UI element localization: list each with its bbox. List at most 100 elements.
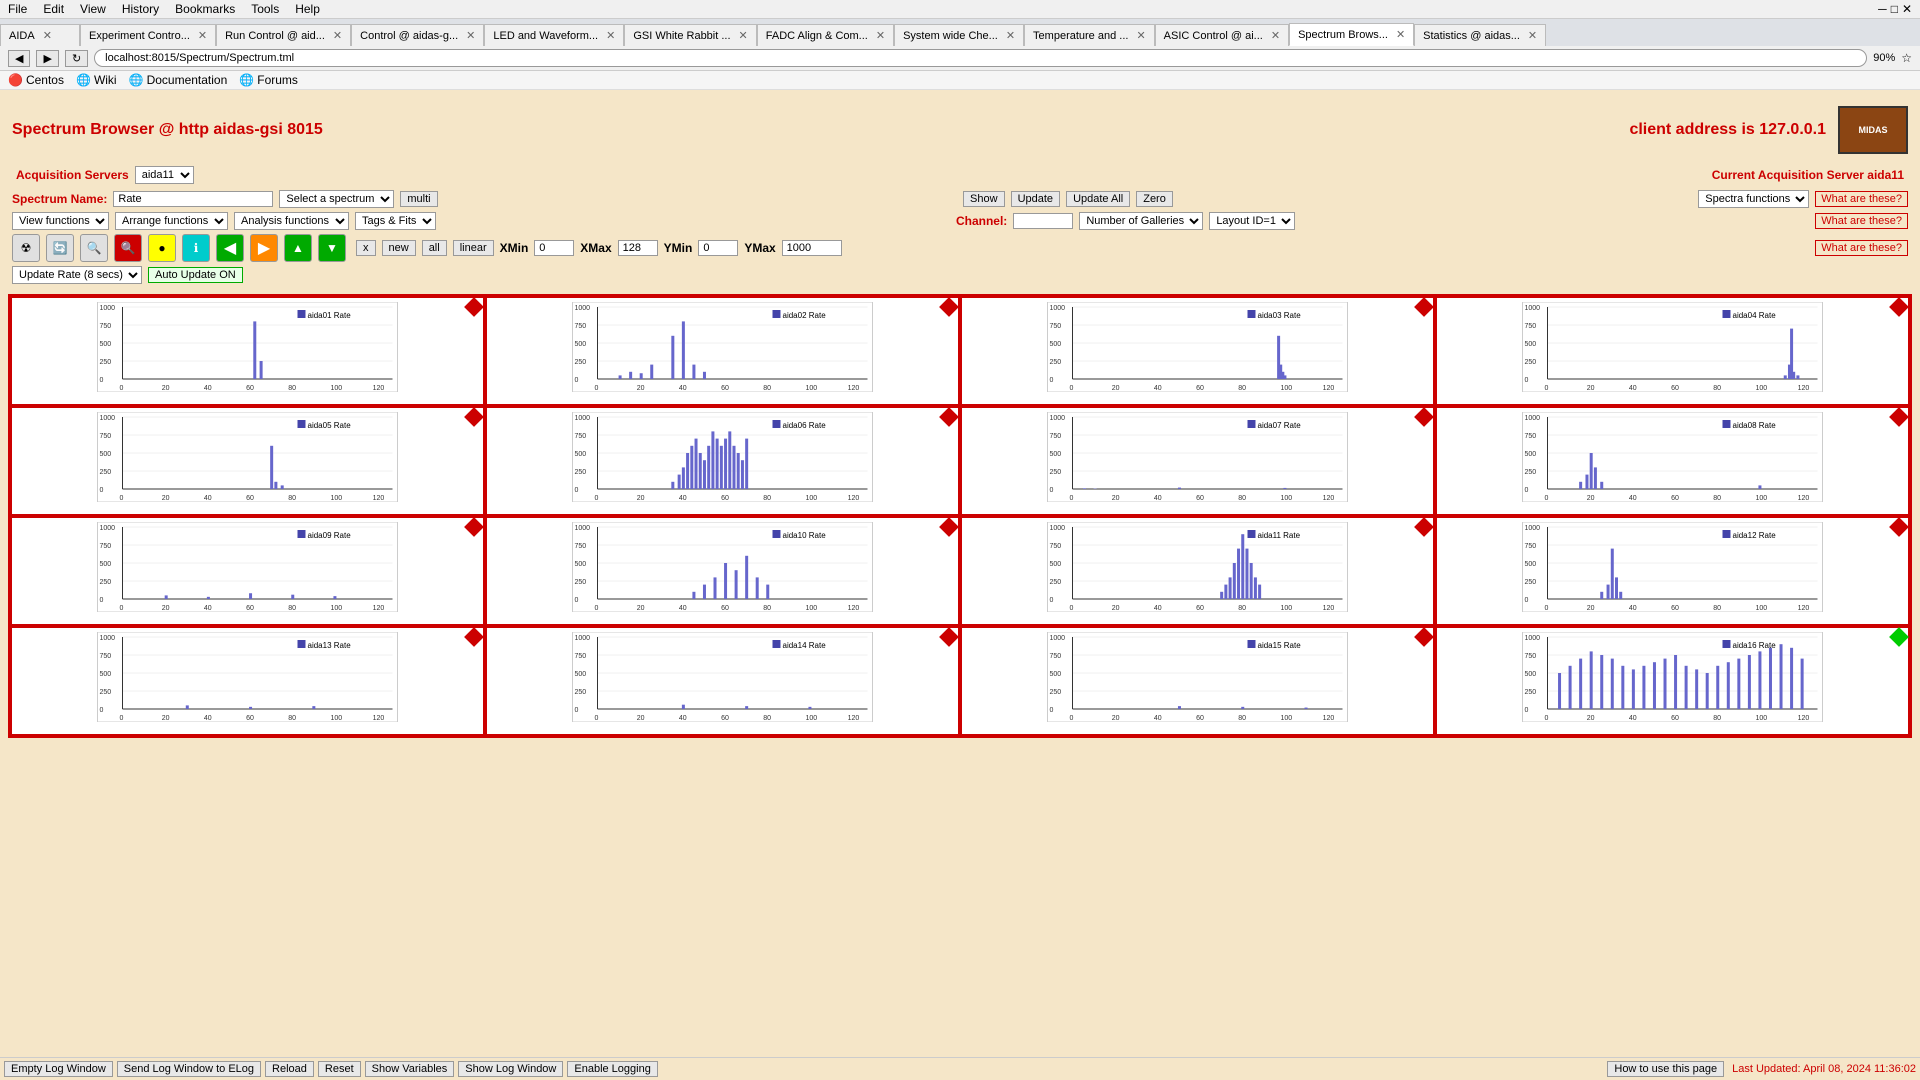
show-log-window-button[interactable]: Show Log Window (458, 1061, 563, 1077)
tab-fadc[interactable]: FADC Align & Com...✕ (757, 24, 894, 46)
gallery-cell-13[interactable]: 02505007501000020406080100120aida13 Rate (10, 626, 485, 736)
gallery-cell-4[interactable]: 02505007501000020406080100120aida04 Rate (1435, 296, 1910, 406)
bookmark-forums[interactable]: 🌐 Forums (239, 73, 298, 87)
ymin-input[interactable] (698, 240, 738, 256)
gallery-cell-7[interactable]: 02505007501000020406080100120aida07 Rate (960, 406, 1435, 516)
gallery-cell-8[interactable]: 02505007501000020406080100120aida08 Rate (1435, 406, 1910, 516)
tab-control[interactable]: Control @ aidas-g...✕ (351, 24, 484, 46)
menu-edit[interactable]: Edit (43, 2, 64, 16)
reset-button[interactable]: Reset (318, 1061, 361, 1077)
layout-id-select[interactable]: Layout ID=1 (1209, 212, 1295, 230)
svg-text:120: 120 (1323, 385, 1335, 392)
back-button[interactable]: ◀ (8, 50, 30, 67)
all-button[interactable]: all (422, 240, 447, 256)
refresh-icon[interactable]: 🔄 (46, 234, 74, 262)
tab-run-control[interactable]: Run Control @ aid...✕ (216, 24, 351, 46)
menu-help[interactable]: Help (295, 2, 320, 16)
arrange-functions-select[interactable]: Arrange functions (115, 212, 228, 230)
gallery-cell-14[interactable]: 02505007501000020406080100120aida14 Rate (485, 626, 960, 736)
forward-button[interactable]: ▶ (36, 50, 58, 67)
menu-file[interactable]: File (8, 2, 27, 16)
multi-button[interactable]: multi (400, 191, 437, 207)
star-icon[interactable]: ☆ (1901, 51, 1912, 65)
reload-button[interactable]: ↻ (65, 50, 88, 67)
zoom-out-icon[interactable]: 🔍 (114, 234, 142, 262)
reload-page-button[interactable]: Reload (265, 1061, 314, 1077)
tab-asic-control[interactable]: ASIC Control @ ai...✕ (1155, 24, 1289, 46)
gallery-cell-1[interactable]: 02505007501000020406080100120aida01 Rate (10, 296, 485, 406)
gallery-cell-3[interactable]: 02505007501000020406080100120aida03 Rate (960, 296, 1435, 406)
tab-gsi-white-rabbit[interactable]: GSI White Rabbit ...✕ (624, 24, 756, 46)
svg-text:100: 100 (805, 715, 817, 722)
tab-statistics[interactable]: Statistics @ aidas...✕ (1414, 24, 1546, 46)
xmax-input[interactable] (618, 240, 658, 256)
show-button[interactable]: Show (963, 191, 1005, 207)
svg-text:80: 80 (1238, 495, 1246, 502)
svg-text:100: 100 (805, 605, 817, 612)
enable-logging-button[interactable]: Enable Logging (567, 1061, 657, 1077)
analysis-functions-select[interactable]: Analysis functions (234, 212, 349, 230)
gallery-cell-9[interactable]: 02505007501000020406080100120aida09 Rate (10, 516, 485, 626)
what-are-these-1[interactable]: What are these? (1815, 191, 1908, 207)
what-are-these-2[interactable]: What are these? (1815, 213, 1908, 229)
tab-experiment-control[interactable]: Experiment Contro...✕ (80, 24, 216, 46)
svg-text:750: 750 (1050, 653, 1062, 660)
tab-aida[interactable]: AIDA✕ (0, 24, 80, 46)
zoom-in-icon[interactable]: 🔍 (80, 234, 108, 262)
bookmark-wiki[interactable]: 🌐 Wiki (76, 73, 117, 87)
send-log-elog-button[interactable]: Send Log Window to ELog (117, 1061, 261, 1077)
right-arrow-icon[interactable]: ▶ (250, 234, 278, 262)
select-spectrum-dropdown[interactable]: Select a spectrum (279, 190, 394, 208)
update-all-button[interactable]: Update All (1066, 191, 1130, 207)
xmin-input[interactable] (534, 240, 574, 256)
gallery-cell-6[interactable]: 02505007501000020406080100120aida06 Rate (485, 406, 960, 516)
menu-tools[interactable]: Tools (251, 2, 279, 16)
zero-button[interactable]: Zero (1136, 191, 1173, 207)
tab-temperature[interactable]: Temperature and ...✕ (1024, 24, 1155, 46)
menu-view[interactable]: View (80, 2, 106, 16)
maximize-button[interactable]: □ (1891, 2, 1898, 16)
gallery-cell-2[interactable]: 02505007501000020406080100120aida02 Rate (485, 296, 960, 406)
yellow-icon[interactable]: ● (148, 234, 176, 262)
svg-text:500: 500 (1525, 561, 1537, 568)
minimize-button[interactable]: ─ (1878, 2, 1887, 16)
gallery-cell-10[interactable]: 02505007501000020406080100120aida10 Rate (485, 516, 960, 626)
how-to-button[interactable]: How to use this page (1607, 1061, 1724, 1077)
channel-input[interactable] (1013, 213, 1073, 229)
gallery-cell-11[interactable]: 02505007501000020406080100120aida11 Rate (960, 516, 1435, 626)
left-arrow-icon[interactable]: ◀ (216, 234, 244, 262)
down-icon[interactable]: ▼ (318, 234, 346, 262)
empty-log-button[interactable]: Empty Log Window (4, 1061, 113, 1077)
new-button[interactable]: new (382, 240, 416, 256)
auto-update-button[interactable]: Auto Update ON (148, 267, 243, 283)
tab-system-wide[interactable]: System wide Che...✕ (894, 24, 1024, 46)
x-button[interactable]: x (356, 240, 376, 256)
gallery-cell-15[interactable]: 02505007501000020406080100120aida15 Rate (960, 626, 1435, 736)
address-input[interactable] (94, 49, 1867, 67)
info-icon[interactable]: ℹ (182, 234, 210, 262)
up-icon[interactable]: ▲ (284, 234, 312, 262)
show-variables-button[interactable]: Show Variables (365, 1061, 455, 1077)
linear-button[interactable]: linear (453, 240, 494, 256)
gallery-cell-5[interactable]: 02505007501000020406080100120aida05 Rate (10, 406, 485, 516)
spectra-functions-select[interactable]: Spectra functions (1698, 190, 1809, 208)
update-button[interactable]: Update (1011, 191, 1060, 207)
spectrum-name-input[interactable] (113, 191, 273, 207)
view-functions-select[interactable]: View functions (12, 212, 109, 230)
tab-spectrum-browser[interactable]: Spectrum Brows...✕ (1289, 23, 1414, 46)
update-rate-select[interactable]: Update Rate (8 secs) (12, 266, 142, 284)
close-button[interactable]: ✕ (1902, 2, 1912, 16)
bookmark-centos[interactable]: 🔴 Centos (8, 73, 64, 87)
what-are-these-3[interactable]: What are these? (1815, 240, 1908, 256)
menu-history[interactable]: History (122, 2, 159, 16)
acq-server-select[interactable]: aida11 (135, 166, 194, 184)
number-of-galleries-select[interactable]: Number of Galleries (1079, 212, 1203, 230)
gallery-cell-16[interactable]: 02505007501000020406080100120aida16 Rate (1435, 626, 1910, 736)
radiation-icon[interactable]: ☢ (12, 234, 40, 262)
menu-bookmarks[interactable]: Bookmarks (175, 2, 235, 16)
tags-fits-select[interactable]: Tags & Fits (355, 212, 436, 230)
gallery-cell-12[interactable]: 02505007501000020406080100120aida12 Rate (1435, 516, 1910, 626)
tab-led-waveform[interactable]: LED and Waveform...✕ (484, 24, 624, 46)
ymax-input[interactable] (782, 240, 842, 256)
bookmark-documentation[interactable]: 🌐 Documentation (129, 73, 228, 87)
